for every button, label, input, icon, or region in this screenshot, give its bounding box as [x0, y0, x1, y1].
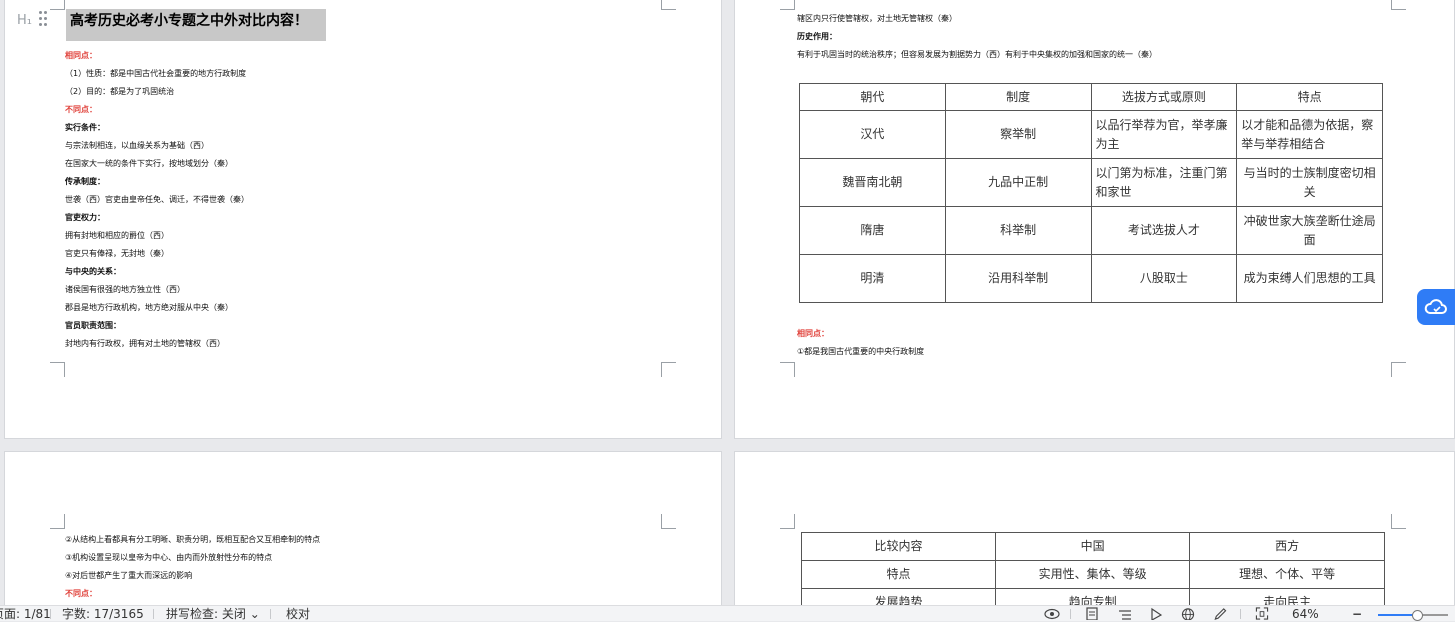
play-icon[interactable] [1150, 607, 1162, 620]
crop-mark [661, 0, 676, 10]
crop-mark [780, 362, 795, 377]
subheading[interactable]: 官员职责范围： [65, 321, 121, 331]
table-cell[interactable]: 实用性、集体、等级 [995, 560, 1191, 589]
body-text-line[interactable]: ③机构设置呈现以皇帝为中心、由内而外放射性分布的特点 [65, 553, 272, 563]
section-heading[interactable]: 相同点： [65, 51, 97, 61]
zoom-slider-handle[interactable] [1411, 610, 1423, 621]
spell-check-label: 拼写检查: 关闭 [166, 607, 246, 621]
document-page-2: 辖区内只行使管辖权，对土地无管辖权（秦） 历史作用： 有利于巩固当时的统治秩序；但容… [734, 0, 1455, 439]
page-view-icon[interactable] [1086, 607, 1098, 620]
body-text-line[interactable]: 与宗法制相连，以血缘关系为基础（西） [65, 141, 209, 151]
body-text-line[interactable]: （2）目的：都是为了巩固统治 [65, 87, 174, 97]
document-page-4: 比较内容 中国 西方 特点 实用性、集体、等级 理想、个体、平等 发展趋势 趋向… [734, 451, 1455, 617]
table-row: 明清 沿用科举制 八股取士 成为束缚人们思想的工具 [799, 254, 1383, 303]
section-heading[interactable]: 不同点： [65, 589, 97, 599]
zoom-slider-fill [1378, 614, 1417, 616]
table-cell[interactable]: 冲破世家大族垄断仕途局面 [1236, 206, 1383, 255]
drag-handle-icon[interactable] [39, 11, 49, 29]
table-row: 汉代 察举制 以品行举荐为官，举孝廉为主 以才能和品德为依据，察举与举荐相结合 [799, 110, 1383, 159]
cloud-sync-icon [1424, 299, 1447, 314]
table-header-cell[interactable]: 朝代 [799, 83, 946, 111]
body-text-line[interactable]: 辖区内只行使管辖权，对土地无管辖权（秦） [797, 14, 957, 24]
section-heading[interactable]: 相同点： [797, 329, 829, 339]
subheading[interactable]: 历史作用： [797, 32, 837, 42]
table-cell[interactable]: 以才能和品德为依据，察举与举荐相结合 [1236, 110, 1383, 159]
table-header-cell[interactable]: 西方 [1189, 532, 1385, 561]
web-layout-icon[interactable] [1181, 607, 1195, 620]
body-text-line[interactable]: 封地内有行政权，拥有对土地的管辖权（西） [65, 339, 225, 349]
table-header-cell[interactable]: 特点 [1236, 83, 1383, 111]
crop-mark [1391, 514, 1406, 529]
table-cell[interactable]: 成为束缚人们思想的工具 [1236, 254, 1383, 303]
crop-mark [1391, 362, 1406, 377]
table-cell[interactable]: 特点 [800, 560, 997, 589]
body-text-line[interactable]: ④对后世都产生了重大而深远的影响 [65, 571, 192, 581]
fit-page-icon[interactable] [1255, 607, 1269, 620]
body-text-line[interactable]: 在国家大一统的条件下实行，按地域划分（秦） [65, 159, 233, 169]
body-text-line[interactable]: 官吏只有俸禄，无封地（秦） [65, 249, 169, 259]
document-title[interactable]: 高考历史必考小专题之中外对比内容！ [66, 9, 326, 41]
table-row: 魏晋南北朝 九品中正制 以门第为标准，注重门第和家世 与当时的士族制度密切相关 [799, 158, 1383, 207]
body-text-line[interactable]: 世袭（西）官吏由皇帝任免、调迁，不得世袭（秦） [65, 195, 249, 205]
subheading[interactable]: 传承制度： [65, 177, 105, 187]
outline-icon[interactable] [1118, 607, 1132, 620]
divider [1070, 609, 1071, 619]
dynasty-selection-table: 朝代 制度 选拔方式或原则 特点 汉代 察举制 以品行举荐为官，举孝廉为主 以才… [799, 83, 1383, 303]
table-cell[interactable]: 以门第为标准，注重门第和家世 [1090, 158, 1238, 207]
status-bar: 页面: 1/81 字数: 17/3165 拼写检查: 关闭 ⌄ 校对 64% − [0, 605, 1455, 621]
table-header-cell[interactable]: 制度 [944, 83, 1092, 111]
table-cell[interactable]: 九品中正制 [944, 158, 1092, 207]
table-cell[interactable]: 沿用科举制 [944, 254, 1092, 303]
table-cell[interactable]: 察举制 [944, 110, 1092, 159]
heading-marker-icon[interactable]: H₁ [17, 13, 32, 28]
body-text-line[interactable]: （1）性质：都是中国古代社会重要的地方行政制度 [65, 69, 246, 79]
body-text-line[interactable]: 拥有封地和相应的爵位（西） [65, 231, 169, 241]
table-cell[interactable]: 隋唐 [799, 206, 946, 255]
crop-mark [50, 0, 65, 10]
crop-mark [780, 0, 795, 10]
divider [1240, 609, 1241, 619]
body-text-line[interactable]: 郡县是地方行政机构，地方绝对服从中央（秦） [65, 303, 233, 313]
crop-mark [780, 514, 795, 529]
subheading[interactable]: 实行条件： [65, 123, 105, 133]
divider [153, 609, 154, 619]
table-cell[interactable]: 以品行举荐为官，举孝廉为主 [1090, 110, 1238, 159]
body-text-line[interactable]: ①都是我国古代重要的中央行政制度 [797, 347, 924, 357]
table-header-cell[interactable]: 选拔方式或原则 [1090, 83, 1238, 111]
section-heading[interactable]: 不同点： [65, 105, 97, 115]
table-cell[interactable]: 汉代 [799, 110, 946, 159]
crop-mark [50, 362, 65, 377]
table-header-cell[interactable]: 比较内容 [800, 532, 997, 561]
table-cell[interactable]: 理想、个体、平等 [1189, 560, 1385, 589]
table-cell[interactable]: 科举制 [944, 206, 1092, 255]
table-row: 特点 实用性、集体、等级 理想、个体、平等 [800, 560, 1385, 589]
table-cell[interactable]: 明清 [799, 254, 946, 303]
document-page-1: H₁ 高考历史必考小专题之中外对比内容！ 相同点： （1）性质：都是中国古代社会重… [4, 0, 722, 439]
table-header-cell[interactable]: 中国 [995, 532, 1191, 561]
body-text-line[interactable]: 有利于巩固当时的统治秩序；但容易发展为割据势力（西）有利于中央集权的加强和国家的… [797, 50, 1157, 60]
cloud-sync-button[interactable] [1417, 289, 1455, 325]
body-text-line[interactable]: 诸侯国有很强的地方独立性（西） [65, 285, 185, 295]
table-header-row: 朝代 制度 选拔方式或原则 特点 [799, 83, 1383, 111]
subheading[interactable]: 官吏权力： [65, 213, 105, 223]
divider [50, 609, 51, 619]
table-cell[interactable]: 魏晋南北朝 [799, 158, 946, 207]
eye-icon[interactable] [1044, 607, 1060, 620]
table-header-row: 比较内容 中国 西方 [800, 532, 1385, 561]
subheading[interactable]: 与中央的关系： [65, 267, 121, 277]
pen-icon[interactable] [1213, 607, 1227, 620]
document-page-3: ②从结构上看都具有分工明晰、职责分明，既相互配合又互相牵制的特点 ③机构设置呈现以… [4, 451, 722, 611]
table-cell[interactable]: 考试选拔人才 [1090, 206, 1238, 255]
table-row: 隋唐 科举制 考试选拔人才 冲破世家大族垄断仕途局面 [799, 206, 1383, 255]
divider [270, 609, 271, 619]
crop-mark [50, 514, 65, 529]
table-cell[interactable]: 八股取士 [1090, 254, 1238, 303]
chevron-down-icon: ⌄ [249, 607, 260, 621]
body-text-line[interactable]: ②从结构上看都具有分工明晰、职责分明，既相互配合又互相牵制的特点 [65, 535, 320, 545]
crop-mark [1391, 0, 1406, 10]
crop-mark [661, 514, 676, 529]
table-cell[interactable]: 与当时的士族制度密切相关 [1236, 158, 1383, 207]
zoom-slider[interactable] [1378, 610, 1448, 621]
crop-mark [661, 362, 676, 377]
